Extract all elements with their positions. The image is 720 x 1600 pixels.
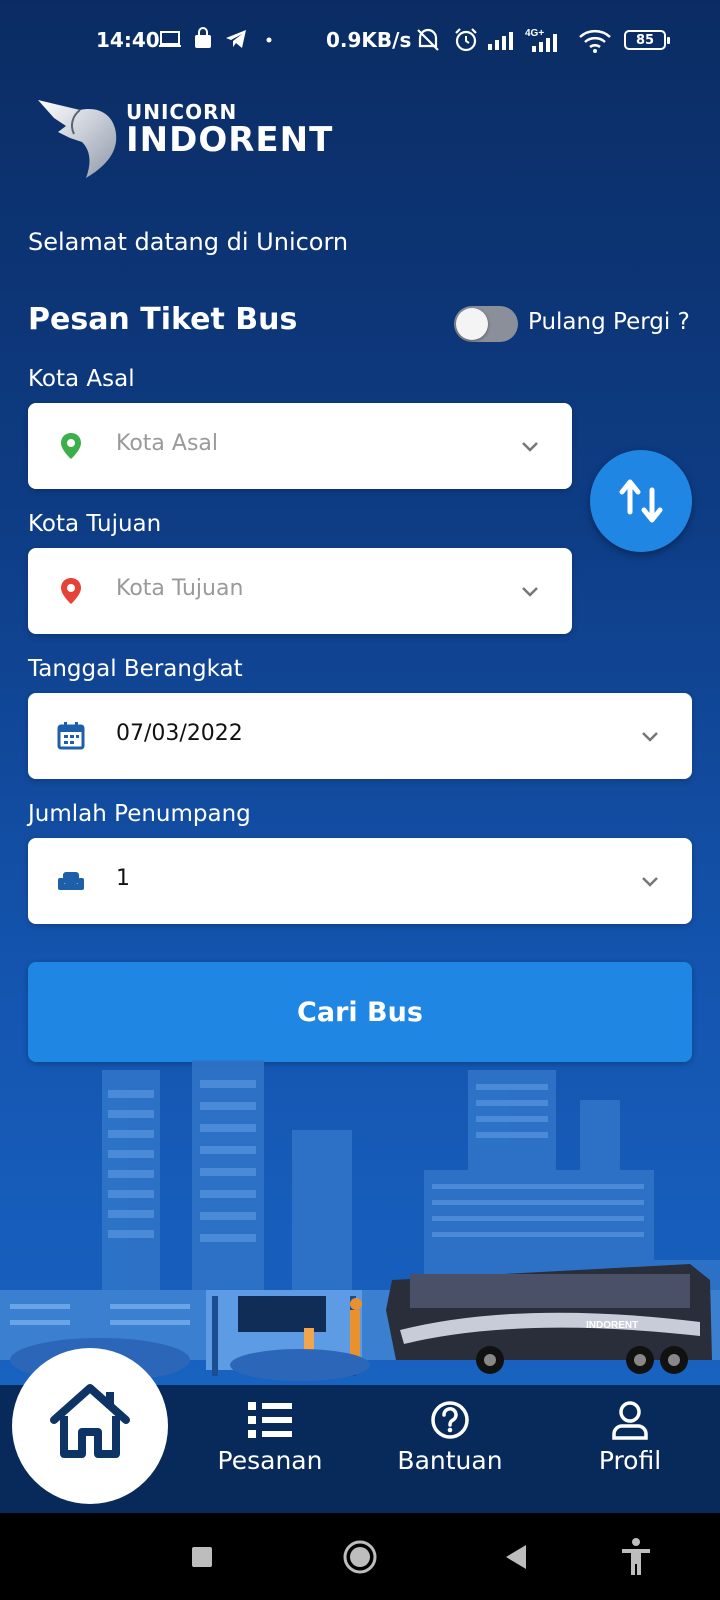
battery-icon: 85 xyxy=(624,30,670,50)
map-pin-green-icon xyxy=(61,433,81,459)
laptop-icon xyxy=(159,31,181,47)
home-icon xyxy=(50,1384,130,1458)
back-icon[interactable] xyxy=(504,1543,528,1571)
bus-brand-text: INDORENT xyxy=(586,1320,638,1331)
chevron-down-icon xyxy=(642,877,658,887)
battery-level: 85 xyxy=(635,32,655,48)
passengers-label: Jumlah Penumpang xyxy=(28,801,251,827)
departure-date-picker[interactable]: 07/03/2022 xyxy=(28,693,692,779)
nav-profil-label: Profil xyxy=(598,1446,662,1475)
origin-select[interactable]: Kota Asal xyxy=(28,403,572,489)
nav-bantuan-label: Bantuan xyxy=(397,1446,503,1475)
recents-icon[interactable] xyxy=(190,1545,214,1569)
brand-main-text: INDORENT xyxy=(126,120,334,160)
destination-label: Kota Tujuan xyxy=(28,511,162,537)
status-time: 14:40 xyxy=(96,28,160,52)
chevron-down-icon xyxy=(642,732,658,742)
mute-icon xyxy=(417,28,439,51)
app-screen: 14:40 0.9KB/s 4G+ 85 UNICORN INDORENT Se… xyxy=(0,0,720,1513)
user-icon xyxy=(612,1401,648,1440)
seat-icon xyxy=(58,872,84,890)
help-icon xyxy=(431,1401,469,1439)
nav-pesanan-label: Pesanan xyxy=(217,1446,323,1475)
round-trip-toggle[interactable] xyxy=(454,306,518,342)
passengers-value: 1 xyxy=(116,866,130,891)
accessibility-icon[interactable] xyxy=(620,1537,652,1577)
chevron-down-icon xyxy=(522,587,538,597)
city-bus-illustration: INDORENT xyxy=(0,1060,720,1382)
brand-logo: UNICORN INDORENT xyxy=(36,92,356,184)
passengers-select[interactable]: 1 xyxy=(28,838,692,924)
signal-icon xyxy=(488,32,513,50)
list-icon xyxy=(248,1402,292,1438)
wifi-icon xyxy=(579,29,611,53)
system-home-icon[interactable] xyxy=(342,1539,378,1575)
departure-date-value: 07/03/2022 xyxy=(116,721,243,746)
swap-arrows-icon xyxy=(619,479,663,523)
chevron-down-icon xyxy=(522,442,538,452)
search-bus-button[interactable]: Cari Bus xyxy=(28,962,692,1062)
origin-placeholder: Kota Asal xyxy=(116,431,218,456)
origin-label: Kota Asal xyxy=(28,366,135,392)
toggle-knob xyxy=(456,308,488,340)
telegram-icon xyxy=(226,30,246,48)
alarm-icon xyxy=(455,28,477,52)
destination-placeholder: Kota Tujuan xyxy=(116,576,244,601)
nav-bantuan[interactable]: Bantuan xyxy=(375,1400,525,1475)
nav-home-button[interactable] xyxy=(12,1348,168,1504)
dot-icon xyxy=(266,37,272,43)
unicorn-logo-icon xyxy=(38,100,117,178)
status-bar: 14:40 0.9KB/s 4G+ 85 xyxy=(0,22,720,58)
shopping-bag-icon xyxy=(195,27,211,48)
nav-pesanan[interactable]: Pesanan xyxy=(195,1400,345,1475)
destination-select[interactable]: Kota Tujuan xyxy=(28,548,572,634)
system-nav-bar xyxy=(0,1513,720,1600)
network-speed: 0.9KB/s xyxy=(326,28,412,52)
signal-4g-icon: 4G+ xyxy=(525,28,557,52)
form-title: Pesan Tiket Bus xyxy=(28,302,298,337)
swap-cities-button[interactable] xyxy=(590,450,692,552)
round-trip-label: Pulang Pergi ? xyxy=(528,309,690,335)
nav-profil[interactable]: Profil xyxy=(555,1400,705,1475)
svg-text:4G+: 4G+ xyxy=(525,28,544,39)
calendar-icon xyxy=(57,722,85,750)
map-pin-red-icon xyxy=(61,578,81,604)
departure-date-label: Tanggal Berangkat xyxy=(28,656,243,682)
welcome-text: Selamat datang di Unicorn xyxy=(28,228,349,256)
